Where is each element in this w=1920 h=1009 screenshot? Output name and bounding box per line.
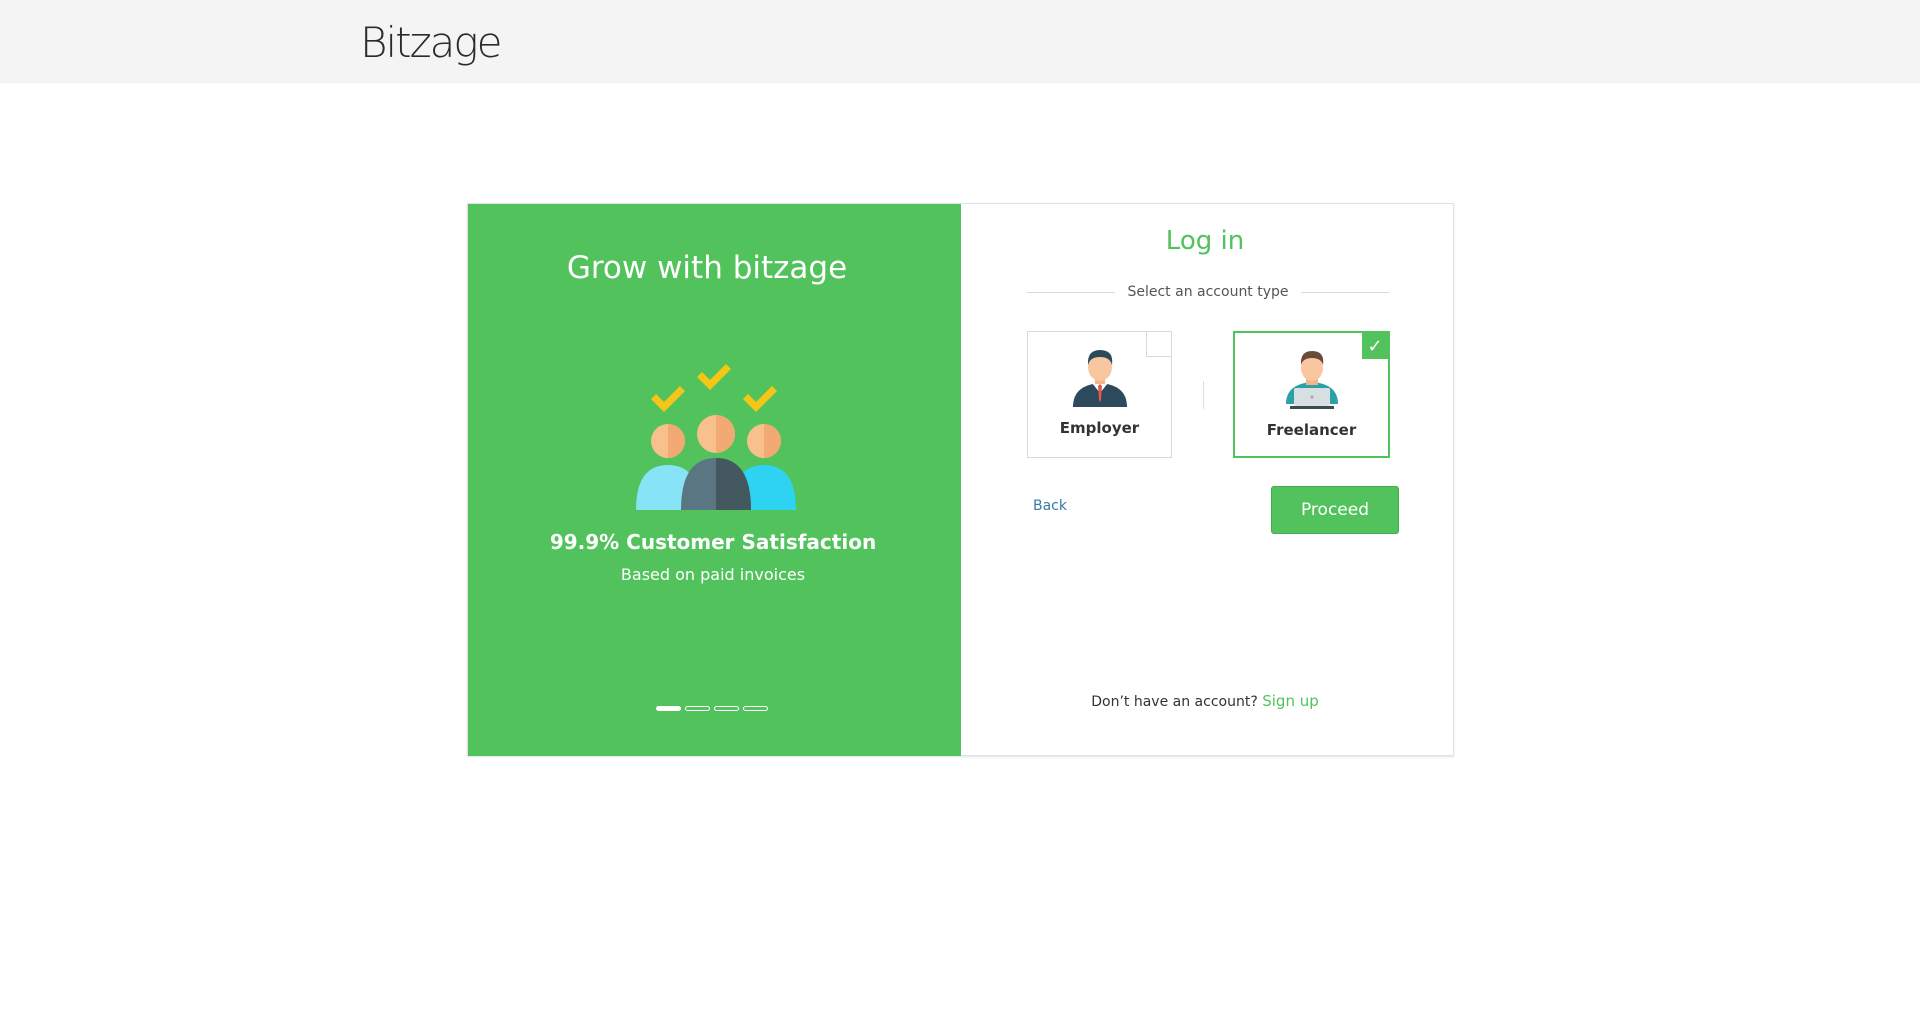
proceed-button[interactable]: Proceed bbox=[1271, 486, 1399, 534]
carousel-dot-3[interactable] bbox=[714, 706, 739, 711]
checkmark-icon bbox=[651, 364, 777, 412]
promo-title: Grow with bitzage bbox=[566, 250, 848, 286]
freelancer-checkmark-icon[interactable]: ✓ bbox=[1362, 333, 1388, 359]
carousel-indicators bbox=[656, 706, 768, 711]
top-bar: Bitzage bbox=[0, 0, 1920, 83]
employer-label: Employer bbox=[1059, 419, 1140, 437]
login-title: Log in bbox=[1165, 226, 1245, 256]
freelancer-label: Freelancer bbox=[1266, 421, 1357, 439]
carousel-dot-4[interactable] bbox=[743, 706, 768, 711]
divider-line-right bbox=[1300, 291, 1390, 293]
employer-option[interactable]: Employer bbox=[1027, 331, 1172, 458]
freelancer-option[interactable]: ✓ Freelancer bbox=[1233, 331, 1390, 458]
signup-prompt: Don’t have an account? Sign up bbox=[961, 692, 1449, 710]
freelancer-icon bbox=[1285, 351, 1338, 409]
back-link[interactable]: Back bbox=[1033, 498, 1067, 514]
bitzage-logo[interactable]: Bitzage bbox=[360, 18, 502, 67]
select-account-type-label: Select an account type bbox=[1127, 284, 1289, 300]
no-account-text: Don’t have an account? bbox=[1091, 694, 1258, 710]
promo-subtext: Based on paid invoices bbox=[620, 565, 806, 584]
promo-panel: Grow with bitzage 99.9% Customer Satisfa… bbox=[468, 204, 961, 756]
account-options-separator bbox=[1203, 381, 1204, 409]
signup-link[interactable]: Sign up bbox=[1262, 692, 1319, 710]
login-panel: Log in Select an account type Employer ✓ bbox=[961, 204, 1454, 756]
divider-line-left bbox=[1027, 291, 1116, 293]
login-card: Grow with bitzage 99.9% Customer Satisfa… bbox=[467, 203, 1454, 756]
employer-checkbox[interactable] bbox=[1146, 332, 1171, 357]
employer-icon bbox=[1072, 350, 1127, 407]
carousel-dot-2[interactable] bbox=[685, 706, 710, 711]
carousel-dot-1[interactable] bbox=[656, 706, 681, 711]
promo-headline: 99.9% Customer Satisfaction bbox=[549, 530, 877, 554]
account-type-divider: Select an account type bbox=[1027, 282, 1390, 302]
customer-satisfaction-illustration bbox=[636, 364, 796, 510]
